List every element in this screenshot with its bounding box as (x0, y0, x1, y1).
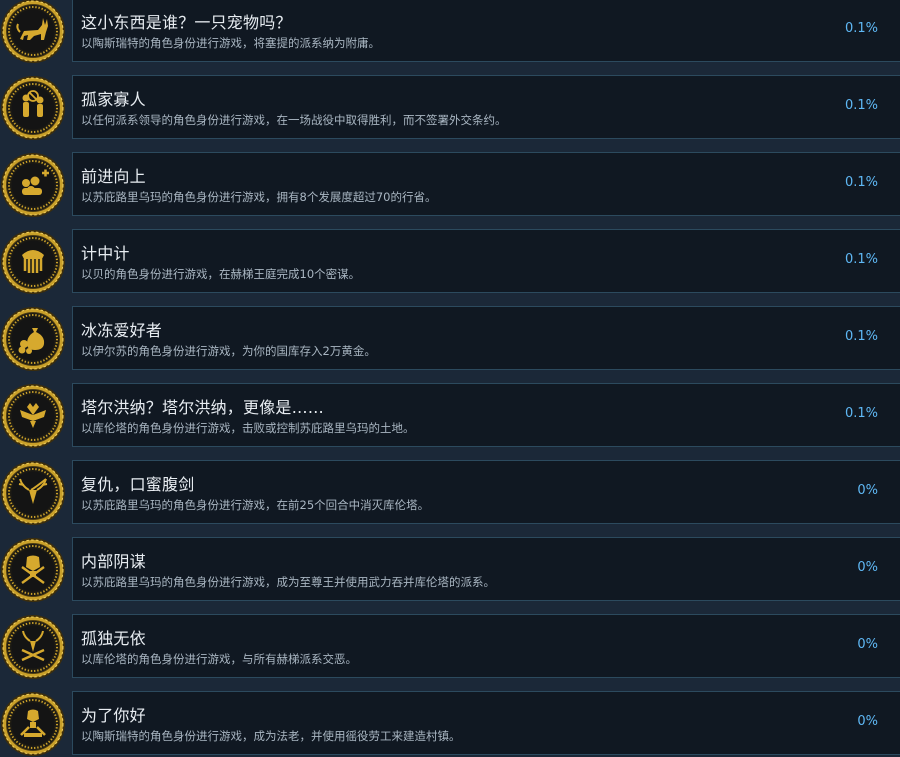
achievement-title: 孤独无依 (81, 629, 146, 648)
achievement-title: 孤家寡人 (81, 90, 146, 109)
achievement-description: 以苏庇路里乌玛的角色身份进行游戏，拥有8个发展度超过70的行省。 (81, 190, 437, 204)
achievement-card: 复仇，口蜜腹剑 以苏庇路里乌玛的角色身份进行游戏，在前25个回合中消灭库伦塔。 … (72, 460, 900, 524)
achievement-description: 以任何派系领导的角色身份进行游戏，在一场战役中取得胜利，而不签署外交条约。 (81, 113, 507, 127)
achievement-row-2[interactable]: 孤家寡人 以任何派系领导的角色身份进行游戏，在一场战役中取得胜利，而不签署外交条… (0, 75, 900, 141)
jackal-badge-icon (0, 0, 66, 64)
achievement-row-6[interactable]: 塔尔洪纳？塔尔洪纳，更像是…… 以库伦塔的角色身份进行游戏，击败或控制苏庇路里乌… (0, 383, 900, 449)
achievement-card: 内部阴谋 以苏庇路里乌玛的角色身份进行游戏，成为至尊王并使用武力吞并库伦塔的派系… (72, 537, 900, 601)
achievement-row-9[interactable]: 孤独无依 以库伦塔的角色身份进行游戏，与所有赫梯派系交恶。 0% (0, 614, 900, 680)
achievement-row-5[interactable]: 冰冻爱好者 以伊尔苏的角色身份进行游戏，为你的国库存入2万黄金。 0.1% (0, 306, 900, 372)
achievement-description: 以伊尔苏的角色身份进行游戏，为你的国库存入2万黄金。 (81, 344, 376, 358)
pharaoh-crossed-badge-icon (0, 537, 66, 603)
achievement-unlock-percent: 0% (857, 714, 878, 729)
achievement-description: 以陶斯瑞特的角色身份进行游戏，成为法老，并使用徭役劳工来建造村镇。 (81, 729, 461, 743)
achievement-unlock-percent: 0.1% (844, 21, 878, 36)
achievement-description: 以贝的角色身份进行游戏，在赫梯王庭完成10个密谋。 (81, 267, 361, 281)
achievement-row-1[interactable]: 这小东西是谁？一只宠物吗？ 以陶斯瑞特的角色身份进行游戏，将塞提的派系纳为附庸。… (0, 0, 900, 64)
achievement-unlock-percent: 0.1% (844, 175, 878, 190)
achievement-card: 孤家寡人 以任何派系领导的角色身份进行游戏，在一场战役中取得胜利，而不签署外交条… (72, 75, 900, 139)
achievement-description: 以苏庇路里乌玛的角色身份进行游戏，在前25个回合中消灭库伦塔。 (81, 498, 430, 512)
stag-head-badge-icon (0, 460, 66, 526)
achievement-row-3[interactable]: 前进向上 以苏庇路里乌玛的角色身份进行游戏，拥有8个发展度超过70的行省。 0.… (0, 152, 900, 218)
achievement-unlock-percent: 0% (857, 637, 878, 652)
achievement-card: 孤独无依 以库伦塔的角色身份进行游戏，与所有赫梯派系交恶。 0% (72, 614, 900, 678)
achievement-unlock-percent: 0% (857, 560, 878, 575)
achievement-unlock-percent: 0% (857, 483, 878, 498)
pharaoh-tools-badge-icon (0, 691, 66, 757)
achievement-card: 这小东西是谁？一只宠物吗？ 以陶斯瑞特的角色身份进行游戏，将塞提的派系纳为附庸。… (72, 0, 900, 62)
achievement-card: 计中计 以贝的角色身份进行游戏，在赫梯王庭完成10个密谋。 0.1% (72, 229, 900, 293)
puppet-hand-badge-icon (0, 229, 66, 295)
double-eagle-badge-icon (0, 383, 66, 449)
achievement-card: 塔尔洪纳？塔尔洪纳，更像是…… 以库伦塔的角色身份进行游戏，击败或控制苏庇路里乌… (72, 383, 900, 447)
achievement-title: 复仇，口蜜腹剑 (81, 475, 195, 494)
achievement-unlock-percent: 0.1% (844, 406, 878, 421)
achievement-title: 为了你好 (81, 706, 146, 725)
achievement-row-7[interactable]: 复仇，口蜜腹剑 以苏庇路里乌玛的角色身份进行游戏，在前25个回合中消灭库伦塔。 … (0, 460, 900, 526)
achievement-description: 以库伦塔的角色身份进行游戏，击败或控制苏庇路里乌玛的土地。 (81, 421, 415, 435)
achievement-title: 计中计 (81, 244, 130, 263)
refusing-figures-badge-icon (0, 75, 66, 141)
achievement-row-8[interactable]: 内部阴谋 以苏庇路里乌玛的角色身份进行游戏，成为至尊王并使用武力吞并库伦塔的派系… (0, 537, 900, 603)
achievement-title: 前进向上 (81, 167, 146, 186)
achievement-description: 以库伦塔的角色身份进行游戏，与所有赫梯派系交恶。 (81, 652, 357, 666)
achievement-description: 以陶斯瑞特的角色身份进行游戏，将塞提的派系纳为附庸。 (81, 36, 380, 50)
achievement-card: 前进向上 以苏庇路里乌玛的角色身份进行游戏，拥有8个发展度超过70的行省。 0.… (72, 152, 900, 216)
achievement-unlock-percent: 0.1% (844, 252, 878, 267)
achievement-row-4[interactable]: 计中计 以贝的角色身份进行游戏，在赫梯王庭完成10个密谋。 0.1% (0, 229, 900, 295)
achievement-title: 冰冻爱好者 (81, 321, 163, 340)
achievement-description: 以苏庇路里乌玛的角色身份进行游戏，成为至尊王并使用武力吞并库伦塔的派系。 (81, 575, 495, 589)
achievement-card: 冰冻爱好者 以伊尔苏的角色身份进行游戏，为你的国库存入2万黄金。 0.1% (72, 306, 900, 370)
crowd-plus-badge-icon (0, 152, 66, 218)
achievement-card: 为了你好 以陶斯瑞特的角色身份进行游戏，成为法老，并使用徭役劳工来建造村镇。 0… (72, 691, 900, 755)
achievement-row-10[interactable]: 为了你好 以陶斯瑞特的角色身份进行游戏，成为法老，并使用徭役劳工来建造村镇。 0… (0, 691, 900, 757)
achievement-title: 这小东西是谁？一只宠物吗？ (81, 13, 292, 32)
achievement-unlock-percent: 0.1% (844, 98, 878, 113)
achievement-unlock-percent: 0.1% (844, 329, 878, 344)
achievement-title: 内部阴谋 (81, 552, 146, 571)
gold-sack-badge-icon (0, 306, 66, 372)
achievement-title: 塔尔洪纳？塔尔洪纳，更像是…… (81, 398, 325, 417)
stag-crossed-badge-icon (0, 614, 66, 680)
